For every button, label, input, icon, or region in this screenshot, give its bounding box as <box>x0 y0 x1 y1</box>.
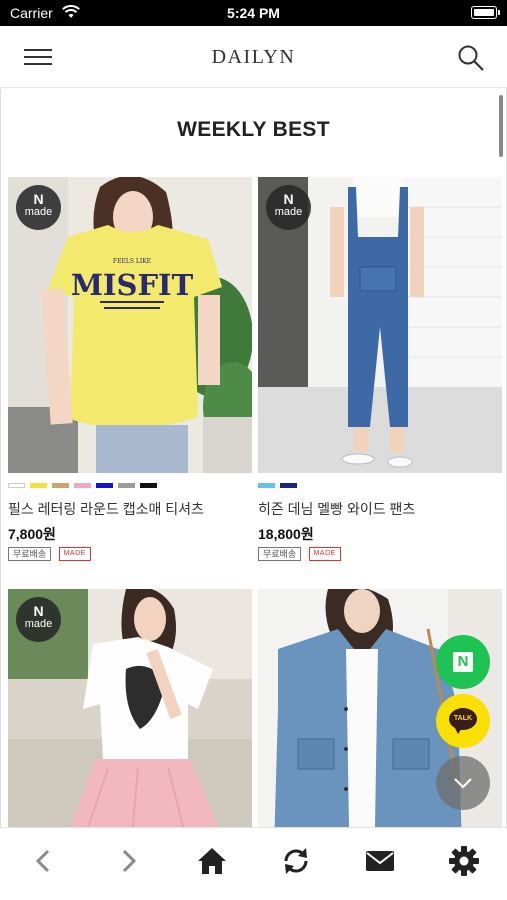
color-swatch <box>52 483 69 488</box>
color-swatch <box>96 483 113 488</box>
color-swatches <box>8 483 162 488</box>
free-shipping-badge: 무료배송 <box>258 547 302 561</box>
nmade-badge: N made <box>16 185 61 230</box>
color-swatch <box>280 483 297 488</box>
gear-icon <box>449 846 479 876</box>
svg-text:FEELS LIKE: FEELS LIKE <box>113 258 151 265</box>
product-tags: 무료배송 MADE <box>258 547 344 561</box>
web-content[interactable]: WEEKLY BEST FEELS LIKE MISFIT N made 필스 … <box>0 89 507 827</box>
mail-icon <box>366 851 394 871</box>
product-card[interactable]: N made <box>8 589 252 827</box>
color-swatch <box>118 483 135 488</box>
svg-text:MISFIT: MISFIT <box>71 268 194 302</box>
back-button[interactable] <box>24 843 64 879</box>
product-price: 18,800원 <box>258 526 314 542</box>
color-swatches <box>258 483 302 488</box>
status-bar: Carrier 5:24 PM <box>0 0 507 26</box>
scroll-down-button[interactable] <box>436 756 490 810</box>
refresh-button[interactable] <box>276 843 316 879</box>
product-tags: 무료배송 MADE <box>8 547 94 561</box>
section-title: WEEKLY BEST <box>177 118 330 141</box>
chevron-left-icon <box>35 849 50 873</box>
chevron-right-icon <box>122 849 137 873</box>
nmade-badge: N made <box>266 185 311 230</box>
color-swatch <box>258 483 275 488</box>
free-shipping-badge: 무료배송 <box>8 547 52 561</box>
brand-logo[interactable]: DAILYN <box>0 46 507 69</box>
battery-icon <box>471 6 500 19</box>
product-image[interactable]: N made <box>8 589 252 827</box>
naver-icon: N <box>453 652 473 672</box>
product-image[interactable]: FEELS LIKE MISFIT N made <box>8 177 252 473</box>
made-badge: MADE <box>58 547 91 561</box>
product-card[interactable]: FEELS LIKE MISFIT N made 필스 레터링 라운드 캡소매 … <box>8 177 252 561</box>
product-name[interactable]: 필스 레터링 라운드 캡소매 티셔츠 <box>8 499 204 519</box>
app-header: DAILYN <box>0 26 507 88</box>
search-icon[interactable] <box>457 44 485 72</box>
forward-button[interactable] <box>108 843 148 879</box>
chevron-down-icon <box>454 778 472 789</box>
bottom-toolbar <box>0 827 507 900</box>
color-swatch <box>140 483 157 488</box>
naver-talk-button[interactable]: N <box>436 635 490 689</box>
color-swatch <box>74 483 91 488</box>
home-button[interactable] <box>192 843 232 879</box>
talk-bubble-icon: TALK <box>449 708 477 734</box>
mail-button[interactable] <box>360 843 400 879</box>
made-badge: MADE <box>308 547 341 561</box>
product-price: 7,800원 <box>8 526 56 542</box>
nmade-badge: N made <box>16 597 61 642</box>
refresh-icon <box>284 848 308 874</box>
product-card[interactable]: N made 히즌 데님 멜빵 와이드 팬츠 18,800원 무료배송 MADE <box>258 177 502 561</box>
settings-button[interactable] <box>444 843 484 879</box>
clock: 5:24 PM <box>227 5 280 21</box>
color-swatch <box>30 483 47 488</box>
kakao-talk-button[interactable]: TALK <box>436 694 490 748</box>
home-icon <box>198 848 226 874</box>
product-image[interactable]: N made <box>258 177 502 473</box>
product-name[interactable]: 히즌 데님 멜빵 와이드 팬츠 <box>258 499 415 519</box>
color-swatch <box>8 483 25 488</box>
